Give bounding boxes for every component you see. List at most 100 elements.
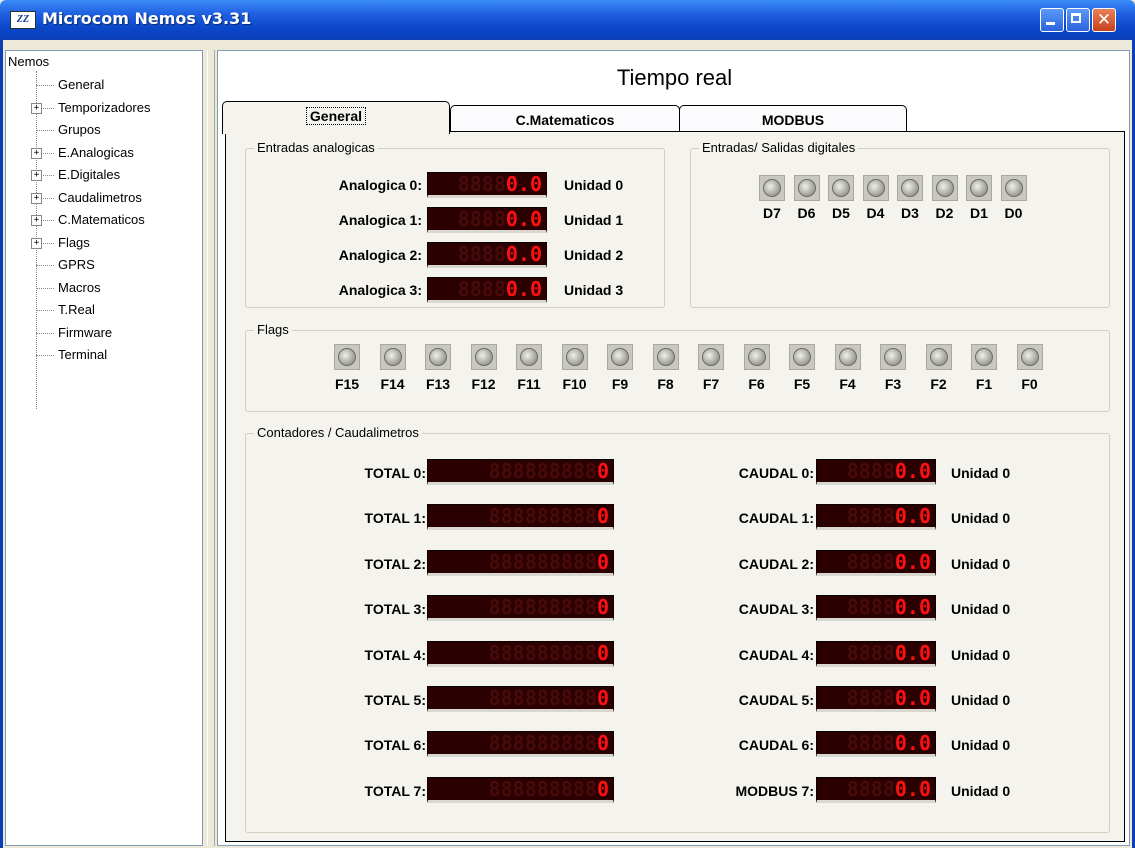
analog-label: Analogica 3: — [338, 282, 422, 298]
close-button[interactable]: ✕ — [1092, 8, 1116, 32]
flag-label: F6 — [748, 376, 765, 392]
total-display-value: 0 — [596, 504, 609, 529]
tree-item-terminal[interactable]: Terminal — [58, 347, 107, 362]
flow-display-ghost-digits: 8888 — [846, 595, 895, 620]
total-display-ghost-digits: 888888888 — [488, 640, 597, 665]
tree-item-grupos[interactable]: Grupos — [58, 122, 101, 137]
analog-display: 88880.0 — [427, 277, 547, 303]
flow-display-value: 0.0 — [894, 595, 931, 620]
expand-icon[interactable]: + — [31, 237, 42, 249]
total-label: TOTAL 3: — [364, 601, 426, 618]
flag-indicator-f11 — [516, 344, 542, 370]
tree-item-e-digitales[interactable]: E.Digitales — [58, 167, 120, 182]
tab-general[interactable]: General — [222, 101, 450, 134]
tree-item-temporizadores[interactable]: Temporizadores — [58, 100, 151, 115]
flow-label: CAUDAL 6: — [738, 737, 814, 754]
flow-unit: Unidad 0 — [951, 646, 1011, 663]
tab-modbus-label: MODBUS — [761, 112, 825, 128]
flow-display-value: 0.0 — [894, 504, 931, 529]
tree-item-caudalimetros[interactable]: Caudalimetros — [58, 190, 142, 205]
expand-icon[interactable]: + — [31, 192, 42, 204]
flow-display: 88880.0 — [816, 549, 936, 576]
led-label: D7 — [763, 205, 781, 221]
flag-indicator-f14 — [379, 344, 406, 370]
flag-indicator-f4 — [834, 344, 861, 370]
total-label: TOTAL 0: — [364, 465, 426, 481]
flow-display-value: 0.0 — [894, 549, 931, 574]
tree-connector — [36, 130, 54, 131]
total-display: 8888888880 — [427, 459, 614, 485]
app-icon: ZZ — [10, 11, 36, 29]
tree-connector — [36, 332, 54, 334]
flag-label: F13 — [425, 376, 451, 392]
total-display: 8888888880 — [427, 549, 614, 576]
flow-display: 88880.0 — [816, 595, 936, 622]
navigation-tree[interactable]: Nemos General + Temporizadores Grupos + E.Ana… — [5, 50, 203, 846]
splitter[interactable] — [207, 50, 215, 846]
led-indicator-d6 — [793, 175, 820, 201]
analog-display-value: 0.0 — [505, 207, 542, 231]
flow-unit: Unidad 0 — [951, 737, 1011, 754]
tree-connector — [36, 85, 54, 86]
led-label: D6 — [797, 205, 816, 221]
led-indicator-d4 — [862, 175, 889, 201]
flow-display-value: 0.0 — [894, 459, 931, 483]
expand-icon[interactable]: + — [31, 215, 42, 226]
analog-display-value: 0.0 — [505, 277, 542, 301]
flag-label: F15 — [334, 376, 360, 392]
flag-label: F0 — [1021, 376, 1038, 392]
flag-label: F2 — [930, 376, 947, 392]
total-display: 8888888880 — [427, 686, 614, 712]
flag-label: F12 — [471, 376, 496, 392]
maximize-icon — [1071, 13, 1081, 23]
tree-item-macros[interactable]: Macros — [58, 280, 101, 295]
flow-label: MODBUS 7: — [735, 782, 814, 799]
flag-label: F7 — [702, 376, 720, 392]
total-display-value: 0 — [596, 686, 609, 710]
flow-display-value: 0.0 — [894, 686, 931, 710]
tree-item-gprs[interactable]: GPRS — [58, 257, 95, 272]
flag-label: F14 — [380, 376, 405, 392]
tree-root[interactable]: Nemos — [8, 54, 49, 69]
total-display-ghost-digits: 888888888 — [488, 776, 597, 801]
title-bar[interactable]: ZZ Microcom Nemos v3.31 ✕ — [0, 0, 1135, 40]
tab-c-matematicos[interactable]: C.Matematicos — [450, 105, 680, 133]
flow-label: CAUDAL 2: — [738, 555, 814, 572]
total-label: TOTAL 7: — [364, 782, 426, 799]
tree-item-e-analogicas[interactable]: E.Analogicas — [58, 145, 134, 160]
page-title: Tiempo real — [616, 65, 733, 90]
expand-icon[interactable]: + — [31, 102, 42, 114]
general-tab-panel: Entradas analogicas Analogica 0: 88880.0 U… — [225, 131, 1125, 842]
tree-item-flags[interactable]: Flags — [58, 235, 90, 250]
tree-item-firmware[interactable]: Firmware — [58, 325, 112, 340]
flag-indicator-f7 — [698, 344, 724, 370]
total-display-value: 0 — [596, 640, 609, 665]
flag-indicator-f9 — [607, 344, 633, 370]
total-display: 8888888880 — [427, 640, 614, 667]
expand-icon[interactable]: + — [31, 147, 42, 159]
flow-unit: Unidad 0 — [951, 465, 1011, 481]
expand-icon[interactable]: + — [31, 170, 42, 181]
analog-unit: Unidad 1 — [564, 212, 624, 228]
maximize-button[interactable] — [1066, 8, 1090, 32]
tree-item-t-real[interactable]: T.Real — [58, 302, 95, 317]
tree-item-general[interactable]: General — [58, 77, 104, 92]
flow-unit: Unidad 0 — [951, 782, 1011, 799]
flag-indicator-f15 — [334, 344, 360, 370]
flag-indicator-f13 — [425, 344, 451, 370]
total-display-ghost-digits: 888888888 — [488, 459, 597, 483]
flow-display-ghost-digits: 8888 — [846, 776, 895, 801]
analog-display-value: 0.0 — [505, 242, 542, 266]
total-display-ghost-digits: 888888888 — [488, 731, 597, 756]
flow-display-ghost-digits: 8888 — [846, 640, 895, 665]
counters-group: Contadores / Caudalimetros TOTAL 0: 88888… — [245, 425, 1110, 833]
flow-display: 88880.0 — [816, 504, 936, 531]
window-title: Microcom Nemos v3.31 — [42, 9, 252, 28]
led-indicator-d2 — [931, 175, 958, 201]
tab-modbus[interactable]: MODBUS — [679, 105, 907, 133]
led-label: D3 — [901, 205, 919, 221]
minimize-button[interactable] — [1040, 8, 1064, 32]
total-label: TOTAL 6: — [364, 737, 426, 754]
flag-indicator-f8 — [652, 344, 679, 370]
tree-item-c-matematicos[interactable]: C.Matematicos — [58, 212, 145, 227]
